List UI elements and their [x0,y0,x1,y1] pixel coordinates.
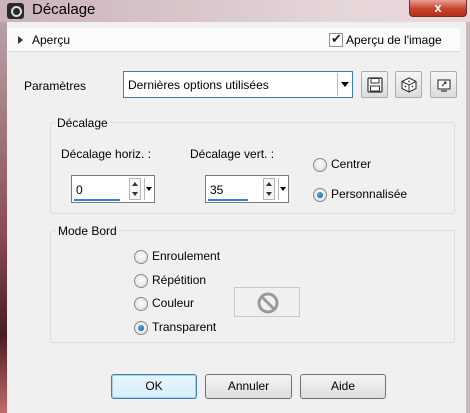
help-button[interactable]: Aide [300,374,386,399]
horiz-offset-value: 0 [76,183,83,197]
radio-repetition[interactable] [134,274,148,288]
cancel-button[interactable]: Annuler [205,374,292,399]
ok-button[interactable]: OK [111,374,197,399]
vert-offset-label: Décalage vert. : [190,147,275,161]
arrow-down-icon[interactable] [266,192,272,196]
radio-personnalisee-label[interactable]: Personnalisée [331,187,407,201]
radio-transparent-label[interactable]: Transparent [152,320,216,334]
camera-icon [7,3,24,19]
params-label: Paramètres [24,79,87,93]
vert-offset-dropdown[interactable] [278,178,287,200]
preview-image-checkbox-label[interactable]: Aperçu de l'image [346,33,442,47]
preview-image-checkbox[interactable] [329,31,343,47]
radio-centrer[interactable] [313,158,327,172]
vert-offset-stepper[interactable] [263,178,275,200]
horiz-offset-underline [74,199,120,201]
random-button[interactable] [395,71,422,98]
reset-icon [437,79,451,92]
edge-color-swatch[interactable] [234,287,300,317]
preset-select-value: Dernières options utilisées [128,78,269,92]
save-icon [367,77,383,93]
arrow-up-icon[interactable] [266,182,272,186]
horiz-offset-label: Décalage horiz. : [61,147,152,161]
no-color-icon [257,292,279,314]
horiz-offset-dropdown[interactable] [144,178,153,200]
window-right-edge [466,22,470,413]
vert-offset-value: 35 [210,183,224,197]
radio-couleur[interactable] [134,297,148,311]
radio-centrer-label[interactable]: Centrer [331,157,371,171]
radio-transparent[interactable] [134,321,148,335]
arrow-up-icon[interactable] [132,182,138,186]
horiz-offset-field[interactable]: 0 [71,175,155,203]
radio-repetition-label[interactable]: Répétition [152,273,206,287]
horiz-offset-stepper[interactable] [129,178,141,200]
chevron-down-icon[interactable] [337,73,351,96]
radio-couleur-label[interactable]: Couleur [152,296,194,310]
close-button[interactable]: x [409,0,467,17]
expand-arrow-icon[interactable] [18,36,23,44]
offset-group-title: Décalage [55,116,110,130]
window-title: Décalage [32,1,96,18]
save-preset-button[interactable] [361,71,388,98]
vert-offset-underline [208,199,248,201]
window-left-edge [0,22,7,413]
radio-enroulement[interactable] [134,250,148,264]
title-bar: Décalage x [0,0,470,22]
preset-select[interactable]: Dernières options utilisées [123,71,353,98]
vert-offset-field[interactable]: 35 [205,175,289,203]
arrow-down-icon[interactable] [132,192,138,196]
edge-mode-group-title: Mode Bord [56,224,119,238]
radio-personnalisee[interactable] [313,188,327,202]
reset-button[interactable] [430,71,457,98]
dice-icon [401,77,417,93]
preview-label[interactable]: Aperçu [32,33,70,47]
radio-enroulement-label[interactable]: Enroulement [152,249,220,263]
